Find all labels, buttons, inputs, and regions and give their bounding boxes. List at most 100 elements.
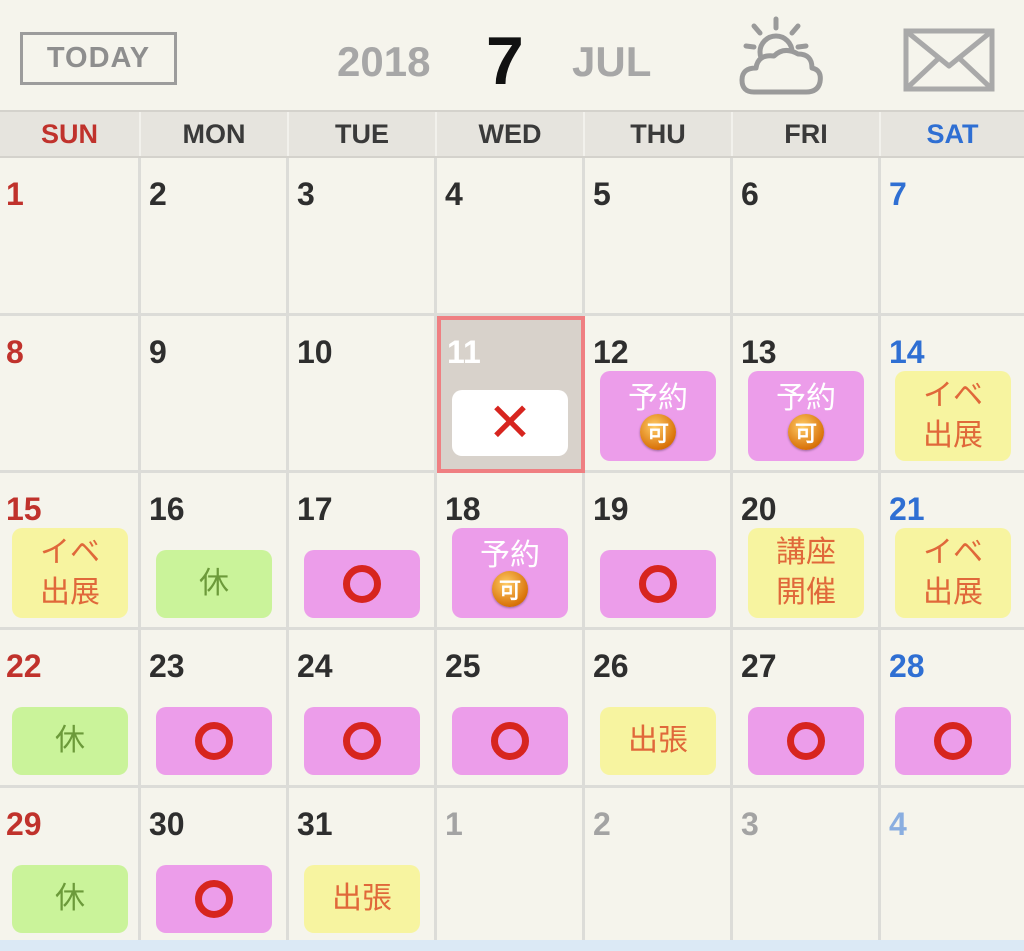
day-number: 17	[297, 491, 333, 527]
event-badge-label: 休	[55, 724, 85, 757]
weekday-mon: MON	[141, 112, 289, 156]
day-cell[interactable]: 2	[141, 158, 289, 316]
day-number: 2	[593, 806, 611, 842]
circle-mark-icon	[787, 722, 825, 760]
partly-cloudy-icon[interactable]	[736, 16, 824, 100]
day-cell[interactable]: 19	[585, 473, 733, 630]
event-badge[interactable]: イベ 出展	[895, 528, 1011, 618]
status-badge-unavailable[interactable]: ✕	[452, 390, 568, 456]
event-badge[interactable]: 出張	[600, 707, 716, 775]
event-badge-label: 休	[199, 567, 229, 600]
day-number: 21	[889, 491, 925, 527]
day-number: 11	[447, 334, 481, 370]
event-badge[interactable]: 休	[156, 550, 272, 618]
event-badge-label: 予約	[776, 382, 836, 415]
day-cell[interactable]: 3	[289, 158, 437, 316]
available-coin-icon: 可	[640, 414, 676, 450]
day-number: 4	[889, 806, 907, 842]
event-badge[interactable]: イベ 出展	[12, 528, 128, 618]
month-grid: 1 2 3 4 5 6 7 8 9 10 11 ✕ 12 予約可 13 予約可 14 イベ 出展 15 イベ 出展 16…	[0, 158, 1024, 943]
event-badge[interactable]: 予約可	[452, 528, 568, 618]
day-cell[interactable]: 16 休	[141, 473, 289, 630]
day-cell[interactable]: 10	[289, 316, 437, 473]
event-badge[interactable]: 休	[12, 865, 128, 933]
circle-mark-icon	[343, 722, 381, 760]
day-number: 8	[6, 334, 24, 370]
day-cell[interactable]: 17	[289, 473, 437, 630]
day-cell[interactable]: 15 イベ 出展	[0, 473, 141, 630]
day-number: 10	[297, 334, 333, 370]
day-number: 4	[445, 176, 463, 212]
day-cell[interactable]: 4	[881, 788, 1024, 943]
day-cell[interactable]: 22 休	[0, 630, 141, 788]
day-number: 25	[445, 648, 481, 684]
available-coin-icon: 可	[492, 571, 528, 607]
day-number: 22	[6, 648, 42, 684]
day-cell[interactable]: 28	[881, 630, 1024, 788]
event-badge-label: イベ 出展	[923, 536, 983, 609]
day-cell[interactable]: 26 出張	[585, 630, 733, 788]
status-badge-available[interactable]	[748, 707, 864, 775]
event-badge-label: 出張	[628, 724, 688, 757]
event-badge[interactable]: 休	[12, 707, 128, 775]
day-cell[interactable]: 30	[141, 788, 289, 943]
day-cell[interactable]: 4	[437, 158, 585, 316]
today-button[interactable]: TODAY	[20, 32, 177, 85]
day-cell[interactable]: 25	[437, 630, 585, 788]
day-cell[interactable]: 27	[733, 630, 881, 788]
event-badge-label: 講座 開催	[776, 536, 836, 609]
day-number: 26	[593, 648, 629, 684]
status-badge-available[interactable]	[156, 865, 272, 933]
day-number: 3	[741, 806, 759, 842]
day-number: 23	[149, 648, 185, 684]
day-cell[interactable]: 31 出張	[289, 788, 437, 943]
event-badge-label: イベ 出展	[40, 536, 100, 609]
event-badge[interactable]: 出張	[304, 865, 420, 933]
status-badge-available[interactable]	[895, 707, 1011, 775]
day-cell[interactable]: 20 講座 開催	[733, 473, 881, 630]
calendar-header: TODAY 2018 7 JUL	[0, 0, 1024, 110]
day-number: 12	[593, 334, 629, 370]
day-cell[interactable]: 9	[141, 316, 289, 473]
day-number: 24	[297, 648, 333, 684]
day-cell[interactable]: 8	[0, 316, 141, 473]
day-cell[interactable]: 12 予約可	[585, 316, 733, 473]
day-cell[interactable]: 1	[437, 788, 585, 943]
day-cell[interactable]: 5	[585, 158, 733, 316]
day-cell[interactable]: 7	[881, 158, 1024, 316]
day-cell-selected[interactable]: 11 ✕	[437, 316, 585, 473]
status-badge-available[interactable]	[156, 707, 272, 775]
month-name: JUL	[572, 38, 652, 85]
envelope-icon[interactable]	[903, 28, 995, 92]
day-cell[interactable]: 3	[733, 788, 881, 943]
day-number: 9	[149, 334, 167, 370]
day-cell[interactable]: 2	[585, 788, 733, 943]
day-cell[interactable]: 29 休	[0, 788, 141, 943]
status-badge-available[interactable]	[600, 550, 716, 618]
day-cell[interactable]: 24	[289, 630, 437, 788]
day-number: 29	[6, 806, 42, 842]
event-badge[interactable]: イベ 出展	[895, 371, 1011, 461]
day-cell[interactable]: 18 予約可	[437, 473, 585, 630]
day-number: 15	[6, 491, 42, 527]
status-badge-available[interactable]	[304, 550, 420, 618]
day-number: 16	[149, 491, 185, 527]
event-badge[interactable]: 予約可	[600, 371, 716, 461]
event-badge[interactable]: 予約可	[748, 371, 864, 461]
day-cell[interactable]: 6	[733, 158, 881, 316]
day-cell[interactable]: 14 イベ 出展	[881, 316, 1024, 473]
weekday-sun: SUN	[0, 112, 141, 156]
day-cell[interactable]: 23	[141, 630, 289, 788]
status-badge-available[interactable]	[452, 707, 568, 775]
year-label: 2018	[337, 38, 431, 85]
circle-mark-icon	[934, 722, 972, 760]
day-cell[interactable]: 21 イベ 出展	[881, 473, 1024, 630]
day-cell[interactable]: 13 予約可	[733, 316, 881, 473]
event-badge-label: 出張	[332, 882, 392, 915]
day-cell[interactable]: 1	[0, 158, 141, 316]
weekday-fri: FRI	[733, 112, 881, 156]
day-number: 20	[741, 491, 777, 527]
status-badge-available[interactable]	[304, 707, 420, 775]
weekday-wed: WED	[437, 112, 585, 156]
event-badge[interactable]: 講座 開催	[748, 528, 864, 618]
